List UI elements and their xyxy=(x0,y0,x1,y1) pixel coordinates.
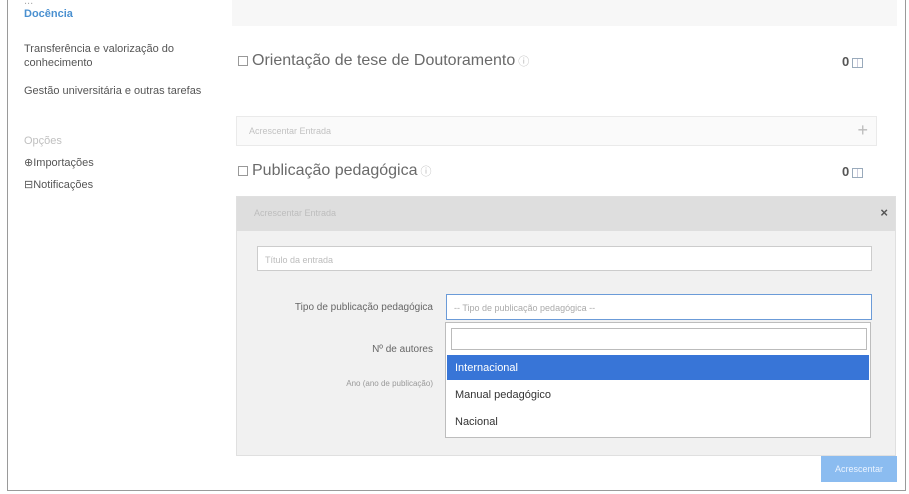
thesis-section-title: Orientação de tese de Doutoramento xyxy=(252,52,516,69)
chart-icon[interactable] xyxy=(852,57,864,68)
sidebar-item-notificacoes[interactable]: ⊟Notificações xyxy=(24,178,93,192)
sidebar-item-label: Importações xyxy=(33,157,94,169)
authors-field-label: Nº de autores xyxy=(372,344,433,355)
entry-title-input[interactable]: Título da entrada xyxy=(257,246,872,271)
add-entry-label: Acrescentar Entrada xyxy=(249,126,332,136)
option-manual-pedagogico[interactable]: Manual pedagógico xyxy=(447,382,869,407)
type-dropdown: Internacional Manual pedagógico Nacional xyxy=(445,322,871,438)
pub-checkbox[interactable] xyxy=(238,165,248,176)
sidebar-item-gestao[interactable]: Gestão universitária e outras tarefas xyxy=(24,84,209,98)
type-field-label: Tipo de publicação pedagógica xyxy=(294,302,433,313)
option-nacional[interactable]: Nacional xyxy=(447,409,869,434)
thesis-add-entry-row[interactable]: Acrescentar Entrada + xyxy=(236,116,877,146)
thesis-checkbox[interactable] xyxy=(238,55,248,66)
pub-section-header: Publicação pedagógica ⓘ xyxy=(238,162,431,180)
form-header: Acrescentar Entrada × xyxy=(237,197,895,231)
inbox-icon: ⊟ xyxy=(24,179,34,191)
sidebar-item-label: Notificações xyxy=(33,179,94,191)
sidebar-item-docencia[interactable]: Docência xyxy=(24,7,73,21)
type-select[interactable]: -- Tipo de publicação pedagógica -- xyxy=(446,294,872,320)
content-panel-top xyxy=(232,0,897,26)
thesis-section-header: Orientação de tese de Doutoramento ⓘ xyxy=(238,52,529,70)
sidebar-item-transferencia[interactable]: Transferência e valorização do conhecime… xyxy=(24,42,209,70)
pub-section-title: Publicação pedagógica xyxy=(252,162,418,179)
pub-count: 0 xyxy=(842,164,864,179)
option-internacional[interactable]: Internacional xyxy=(447,355,869,380)
chart-icon[interactable] xyxy=(852,167,864,178)
submit-button[interactable]: Acrescentar xyxy=(821,456,897,482)
year-field-label: Ano (ano de publicação) xyxy=(346,379,433,388)
sidebar-item-importacoes[interactable]: ⊕Importações xyxy=(24,156,94,170)
info-icon[interactable]: ⓘ xyxy=(518,56,529,68)
plus-icon[interactable]: + xyxy=(857,120,868,141)
pub-count-value: 0 xyxy=(842,164,850,179)
globe-icon: ⊕ xyxy=(24,157,34,169)
form-header-label: Acrescentar Entrada xyxy=(254,208,337,218)
close-icon[interactable]: × xyxy=(880,205,888,220)
thesis-count: 0 xyxy=(842,54,864,69)
sidebar-options-header: Opções xyxy=(24,135,62,147)
dropdown-search-input[interactable] xyxy=(451,328,867,350)
info-icon[interactable]: ⓘ xyxy=(420,166,431,178)
thesis-count-value: 0 xyxy=(842,54,850,69)
